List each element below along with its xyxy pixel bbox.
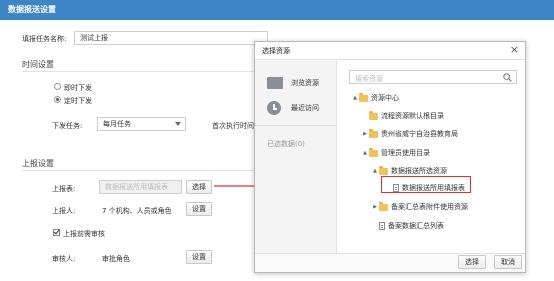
selection-highlight: [381, 176, 471, 193]
folder-icon: [369, 147, 378, 157]
search-placeholder: 搜索资源: [355, 75, 383, 83]
tree-node-label: 贵州省威宁自治县教育局: [381, 130, 458, 138]
folder-icon: [369, 110, 378, 120]
tree-toggle[interactable]: ▲: [361, 150, 369, 156]
tree-toggle[interactable]: ▶: [361, 131, 369, 137]
sidebar-recent-label: 最近访问: [291, 104, 319, 112]
folder-icon: [379, 165, 388, 175]
folder-icon: [369, 128, 378, 138]
sidebar-browse-label: 浏览资源: [291, 79, 319, 87]
sidebar-item-browse[interactable]: 浏览资源: [267, 77, 319, 89]
tree-node-report-resources[interactable]: ▲ 数据报送所选资源: [371, 165, 447, 176]
tree-node-label: 流程资源默认根目录: [381, 112, 444, 120]
dialog-header: 选择资源 ×: [255, 42, 525, 60]
tree-node-label: 管理员使用目录: [381, 149, 430, 157]
folder-icon: [359, 92, 368, 102]
tree-node-process-root[interactable]: 流程资源默认根目录: [361, 110, 444, 121]
folder-icon: [379, 201, 388, 211]
tree-node-label: 数据报送所选资源: [391, 167, 447, 175]
dialog-sidebar: 浏览资源 最近访问 已选数据(0): [255, 61, 337, 253]
dialog-cancel-button[interactable]: 取消: [494, 255, 522, 269]
dialog-title: 选择资源: [262, 47, 290, 55]
tree-toggle[interactable]: ▲: [351, 95, 359, 101]
tree-node-education-bureau[interactable]: ▶ 贵州省威宁自治县教育局: [361, 128, 458, 139]
tree-toggle[interactable]: ▶: [371, 204, 379, 210]
tree-node-label: 备案汇总表附件使用资源: [391, 203, 468, 211]
sidebar-divider: [255, 125, 337, 126]
dialog-select-button[interactable]: 选择: [458, 255, 486, 269]
select-resource-dialog: 选择资源 × 浏览资源 最近访问 已选数据(0) 搜索资源 ▲ 资源中心 流程资…: [254, 41, 526, 273]
search-input[interactable]: 搜索资源: [349, 70, 517, 84]
tree-node-attachment-resources[interactable]: ▶ 备案汇总表附件使用资源: [371, 201, 468, 212]
tree-node-summary-list[interactable]: 备案数据汇总列表: [371, 221, 444, 231]
tree-node-admin-dir[interactable]: ▲ 管理员使用目录: [361, 147, 430, 158]
close-icon[interactable]: ×: [510, 44, 519, 56]
folder-icon: [267, 77, 283, 89]
tree-node-label: 资源中心: [371, 94, 399, 102]
file-icon: [379, 222, 385, 230]
sidebar-item-recent[interactable]: 最近访问: [267, 101, 319, 115]
sidebar-selected-count[interactable]: 已选数据(0): [267, 139, 305, 149]
search-icon[interactable]: [503, 73, 512, 82]
tree-toggle[interactable]: ▲: [371, 168, 379, 174]
clock-icon: [267, 101, 281, 115]
tree-node-resource-center[interactable]: ▲ 资源中心: [351, 92, 399, 103]
tree-node-label: 备案数据汇总列表: [388, 222, 444, 230]
